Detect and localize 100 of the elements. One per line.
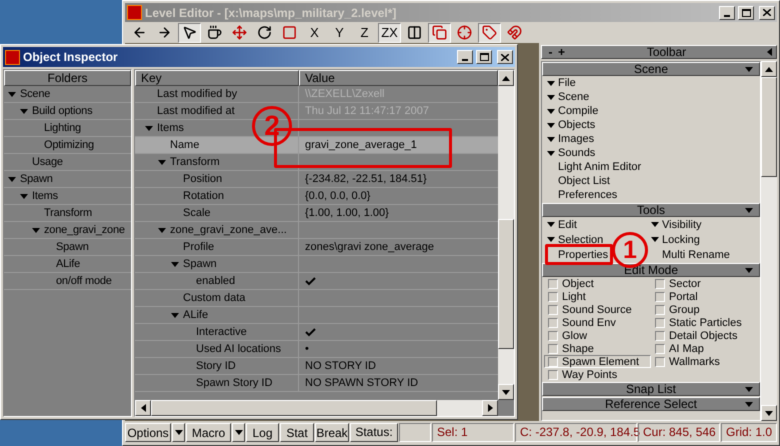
- axis-button[interactable]: X: [303, 22, 326, 42]
- folder-item[interactable]: on/off mode: [56, 273, 112, 289]
- dropdown-button[interactable]: [232, 423, 245, 442]
- checkbox[interactable]: [548, 278, 558, 288]
- property-row[interactable]: Rotation {0.0, 0.0, 0.0}: [135, 188, 498, 205]
- status-button[interactable]: Options: [125, 423, 171, 442]
- close-button[interactable]: [759, 6, 775, 20]
- menu-item[interactable]: Objects: [558, 119, 596, 131]
- checkbox[interactable]: [655, 292, 665, 302]
- property-row[interactable]: Spawn: [135, 256, 498, 273]
- menu-item[interactable]: Multi Rename: [662, 248, 730, 260]
- axis-button[interactable]: Y: [328, 22, 351, 42]
- edit-mode-option[interactable]: Wallmarks: [651, 355, 758, 368]
- status-button[interactable]: Macro: [186, 423, 231, 442]
- edit-mode-option[interactable]: Static Particles: [651, 316, 758, 329]
- edit-mode-option[interactable]: Object: [544, 277, 651, 290]
- property-row[interactable]: Position {-234.82, -22.51, 184.51}: [135, 171, 498, 188]
- edit-mode-option[interactable]: Glow: [544, 329, 651, 342]
- section-header[interactable]: Snap List: [542, 382, 760, 396]
- scrollbar-thumb[interactable]: [498, 219, 514, 349]
- property-row[interactable]: Scale {1.00, 1.00, 1.00}: [135, 205, 498, 222]
- checkbox[interactable]: [655, 330, 665, 340]
- checkbox[interactable]: [548, 304, 558, 314]
- minimize-button[interactable]: [719, 6, 735, 20]
- property-row[interactable]: Used AI locations •: [135, 341, 498, 358]
- horizontal-scrollbar[interactable]: [135, 400, 498, 416]
- checkbox[interactable]: [548, 292, 558, 302]
- menu-item[interactable]: Object List: [558, 175, 610, 187]
- checkbox[interactable]: [655, 344, 665, 354]
- axis-button[interactable]: Z: [353, 22, 376, 42]
- scrollbar-thumb[interactable]: [761, 77, 777, 177]
- toolbar-button[interactable]: [478, 22, 501, 42]
- property-row[interactable]: Story ID NO STORY ID: [135, 358, 498, 375]
- property-row[interactable]: enabled: [135, 273, 498, 290]
- scrollbar-thumb[interactable]: [151, 400, 437, 416]
- menu-item[interactable]: Sounds: [558, 147, 596, 159]
- menu-item[interactable]: Visibility: [662, 218, 702, 230]
- property-row[interactable]: Spawn Story ID NO SPAWN STORY ID: [135, 375, 498, 392]
- folder-item[interactable]: Spawn: [56, 239, 89, 255]
- folder-item[interactable]: Build options: [32, 103, 92, 119]
- panel-header-button[interactable]: +: [557, 46, 566, 58]
- edit-mode-option[interactable]: Sound Env: [544, 316, 651, 329]
- checkbox[interactable]: [548, 370, 558, 380]
- menu-item[interactable]: Locking: [662, 234, 700, 246]
- menu-item[interactable]: File: [558, 77, 576, 89]
- maximize-button[interactable]: [476, 50, 492, 64]
- edit-mode-option[interactable]: Portal: [651, 290, 758, 303]
- edit-mode-option[interactable]: Sound Source: [544, 303, 651, 316]
- property-row[interactable]: Name gravi_zone_average_1: [135, 137, 498, 154]
- property-row[interactable]: Custom data: [135, 290, 498, 307]
- section-header[interactable]: Scene: [542, 62, 760, 76]
- edit-mode-option[interactable]: Light: [544, 290, 651, 303]
- folder-item[interactable]: ALife: [56, 256, 80, 272]
- folder-item[interactable]: Usage: [32, 154, 63, 170]
- checkbox[interactable]: [655, 318, 665, 328]
- menu-item[interactable]: Edit: [558, 218, 577, 230]
- menu-item[interactable]: Preferences: [558, 189, 618, 201]
- edit-mode-option[interactable]: Sector: [651, 277, 758, 290]
- folder-item[interactable]: Items: [32, 188, 58, 204]
- edit-mode-option[interactable]: Way Points: [544, 368, 651, 381]
- status-button[interactable]: Stat: [280, 423, 314, 442]
- menu-item[interactable]: Images: [558, 133, 594, 145]
- property-row[interactable]: zone_gravi_zone_ave...: [135, 222, 498, 239]
- folder-item[interactable]: Spawn: [20, 171, 53, 187]
- property-row[interactable]: Profile zones\gravi zone_average: [135, 239, 498, 256]
- scrollbar[interactable]: [761, 61, 777, 421]
- scrollbar[interactable]: [498, 70, 514, 400]
- menu-item[interactable]: Compile: [558, 105, 598, 117]
- edit-mode-option[interactable]: Spawn Element: [544, 355, 651, 368]
- menu-item[interactable]: Scene: [558, 91, 590, 103]
- status-button[interactable]: Log: [246, 423, 279, 442]
- checkbox[interactable]: [548, 318, 558, 328]
- axis-button[interactable]: ZX: [378, 22, 401, 42]
- edit-mode-option[interactable]: Detail Objects: [651, 329, 758, 342]
- folder-item[interactable]: Lighting: [44, 120, 81, 136]
- minimize-button[interactable]: [457, 50, 473, 64]
- edit-mode-option[interactable]: Group: [651, 303, 758, 316]
- column-header[interactable]: Key: [135, 70, 299, 86]
- edit-mode-option[interactable]: AI Map: [651, 342, 758, 355]
- status-button[interactable]: Break: [315, 423, 349, 442]
- checkbox[interactable]: [655, 356, 665, 366]
- maximize-button[interactable]: [738, 6, 754, 20]
- toolbar-button[interactable]: [428, 22, 451, 42]
- edit-mode-option[interactable]: Shape: [544, 342, 651, 355]
- folder-item[interactable]: zone_gravi_zone: [44, 222, 125, 238]
- section-header[interactable]: Tools: [542, 203, 760, 217]
- close-button[interactable]: [497, 50, 513, 64]
- folder-item[interactable]: Scene: [20, 86, 50, 102]
- column-header[interactable]: Value: [299, 70, 498, 86]
- dropdown-button[interactable]: [172, 423, 185, 442]
- folder-item[interactable]: Optimizing: [44, 137, 94, 153]
- panel-header-button[interactable]: -: [546, 46, 555, 58]
- menu-item[interactable]: Selection: [558, 234, 604, 246]
- menu-item[interactable]: Light Anim Editor: [558, 161, 642, 173]
- checkbox[interactable]: [548, 356, 558, 366]
- checkbox[interactable]: [548, 344, 558, 354]
- toolbar-button[interactable]: [178, 22, 201, 42]
- column-header[interactable]: Folders: [4, 70, 131, 86]
- folder-item[interactable]: Transform: [44, 205, 92, 221]
- checkbox[interactable]: [655, 304, 665, 314]
